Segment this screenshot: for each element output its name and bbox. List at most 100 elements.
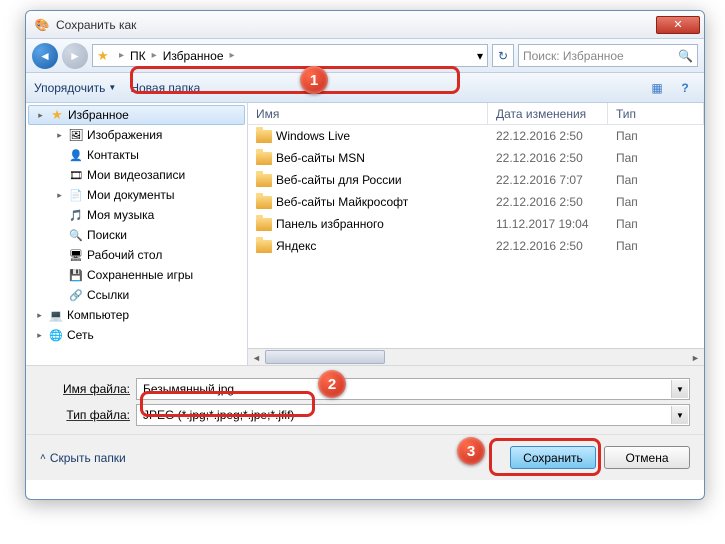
breadcrumb-dropdown[interactable]: ▾: [477, 49, 483, 63]
search-icon: 🔍: [678, 49, 693, 63]
filename-dropdown[interactable]: ▼: [671, 380, 688, 398]
breadcrumb-root[interactable]: ПК: [126, 49, 150, 63]
scroll-right-arrow[interactable]: ►: [687, 349, 704, 366]
tree-toggle-icon[interactable]: [54, 270, 65, 281]
folder-icon: [256, 152, 272, 165]
tree-item[interactable]: ▸ Мои документы: [26, 185, 247, 205]
tree-item[interactable]: ▸ Избранное: [28, 105, 245, 125]
tree-item[interactable]: ▸ Изображения: [26, 125, 247, 145]
row-name: Windows Live: [276, 129, 350, 143]
row-name: Веб-сайты Майкрософт: [276, 195, 408, 209]
chevron-down-icon: ▼: [108, 83, 116, 92]
tree-toggle-icon[interactable]: ▸: [34, 310, 45, 321]
chevron-right-icon: ▸: [150, 50, 159, 61]
tree-item[interactable]: Контакты: [26, 145, 247, 165]
organize-menu[interactable]: Упорядочить ▼: [34, 81, 116, 95]
chevron-right-icon: ▸: [117, 50, 126, 61]
view-options-button[interactable]: [646, 78, 668, 98]
row-name: Веб-сайты MSN: [276, 151, 365, 165]
scroll-left-arrow[interactable]: ◄: [248, 349, 265, 366]
tree-toggle-icon[interactable]: ▸: [35, 110, 46, 121]
scroll-thumb[interactable]: [265, 350, 385, 364]
search-placeholder: Поиск: Избранное: [523, 49, 624, 63]
save-button[interactable]: Сохранить: [510, 446, 596, 469]
tree-toggle-icon[interactable]: [54, 250, 65, 261]
list-body: Windows Live22.12.2016 2:50ПапВеб-сайты …: [248, 125, 704, 348]
new-folder-button[interactable]: Новая папка: [130, 81, 200, 95]
tree-item[interactable]: Сохраненные игры: [26, 265, 247, 285]
search-input[interactable]: Поиск: Избранное 🔍: [518, 44, 698, 67]
tree-toggle-icon[interactable]: [54, 290, 65, 301]
tree-item[interactable]: Моя музыка: [26, 205, 247, 225]
filename-input[interactable]: Безымянный.jpg ▼: [136, 378, 690, 400]
row-date: 11.12.2017 19:04: [488, 217, 608, 231]
row-name: Яндекс: [276, 239, 316, 253]
row-date: 22.12.2016 2:50: [488, 239, 608, 253]
tree-label: Мои документы: [87, 188, 174, 202]
list-header: Имя Дата изменения Тип: [248, 103, 704, 125]
folder-icon: [68, 127, 84, 143]
tree-item[interactable]: ▸Компьютер: [26, 305, 247, 325]
tree-item[interactable]: Ссылки: [26, 285, 247, 305]
tree-toggle-icon[interactable]: ▸: [54, 190, 65, 201]
list-row[interactable]: Яндекс22.12.2016 2:50Пап: [248, 235, 704, 257]
tree-label: Избранное: [68, 108, 129, 122]
tree-label: Контакты: [87, 148, 139, 162]
tree-label: Сеть: [67, 328, 94, 342]
list-row[interactable]: Веб-сайты MSN22.12.2016 2:50Пап: [248, 147, 704, 169]
tree-item[interactable]: Поиски: [26, 225, 247, 245]
help-button[interactable]: [674, 78, 696, 98]
row-name: Веб-сайты для России: [276, 173, 402, 187]
row-type: Пап: [608, 217, 704, 231]
folder-icon: [68, 267, 84, 283]
row-type: Пап: [608, 173, 704, 187]
row-type: Пап: [608, 195, 704, 209]
folder-icon: [256, 218, 272, 231]
tree-toggle-icon[interactable]: [54, 210, 65, 221]
tree-label: Мои видеозаписи: [87, 168, 185, 182]
list-row[interactable]: Панель избранного11.12.2017 19:04Пап: [248, 213, 704, 235]
chevron-right-icon: ▸: [228, 50, 237, 61]
tree-toggle-icon[interactable]: [54, 170, 65, 181]
hide-folders-toggle[interactable]: ˄ Скрыть папки: [40, 451, 126, 465]
tree-item[interactable]: Рабочий стол: [26, 245, 247, 265]
file-list: Имя Дата изменения Тип Windows Live 22.12…: [248, 103, 704, 365]
tree-toggle-icon[interactable]: ▸: [34, 330, 45, 341]
breadcrumb[interactable]: ▸ ПК ▸ Избранное ▸ ▾: [92, 44, 488, 67]
list-row[interactable]: Windows Live 22.12.2016 2:50Пап: [248, 125, 704, 147]
column-date[interactable]: Дата изменения: [488, 103, 608, 124]
folder-icon: [68, 287, 84, 303]
dialog-footer: ˄ Скрыть папки Сохранить Отмена: [26, 434, 704, 480]
tree-toggle-icon[interactable]: ▸: [54, 130, 65, 141]
column-name[interactable]: Имя: [248, 103, 488, 124]
tree-label: Ссылки: [87, 288, 129, 302]
filename-form: Имя файла: Безымянный.jpg ▼ Тип файла: J…: [26, 365, 704, 434]
cancel-button[interactable]: Отмена: [604, 446, 690, 469]
row-type: Пап: [608, 129, 704, 143]
list-row[interactable]: Веб-сайты для России22.12.2016 7:07Пап: [248, 169, 704, 191]
tree-label: Изображения: [87, 128, 162, 142]
breadcrumb-current[interactable]: Избранное: [159, 49, 228, 63]
tree-toggle-icon[interactable]: [54, 150, 65, 161]
nav-forward-button[interactable]: ►: [62, 43, 88, 69]
horizontal-scrollbar[interactable]: ◄ ►: [248, 348, 704, 365]
list-row[interactable]: Веб-сайты Майкрософт22.12.2016 2:50Пап: [248, 191, 704, 213]
folder-icon: [68, 147, 84, 163]
filetype-dropdown[interactable]: ▼: [671, 406, 688, 424]
tree-label: Сохраненные игры: [87, 268, 193, 282]
chevron-up-icon: ˄: [40, 452, 46, 463]
nav-back-button[interactable]: ◄: [32, 43, 58, 69]
refresh-button[interactable]: ↻: [492, 44, 514, 67]
filetype-select[interactable]: JPEG (*.jpg;*.jpeg;*.jpe;*.jfif) ▼: [136, 404, 690, 426]
folder-icon: [68, 187, 84, 203]
folder-icon: [256, 196, 272, 209]
close-button[interactable]: ✕: [656, 16, 700, 34]
folder-tree[interactable]: ▸Избранное▸ИзображенияКонтактыМои видеоз…: [26, 103, 248, 365]
row-date: 22.12.2016 2:50: [488, 129, 608, 143]
column-type[interactable]: Тип: [608, 103, 704, 124]
tree-toggle-icon[interactable]: [54, 230, 65, 241]
tree-item[interactable]: ▸ Сеть: [26, 325, 247, 345]
filename-label: Имя файла:: [40, 382, 130, 396]
tree-item[interactable]: Мои видеозаписи: [26, 165, 247, 185]
tree-label: Рабочий стол: [87, 248, 162, 262]
